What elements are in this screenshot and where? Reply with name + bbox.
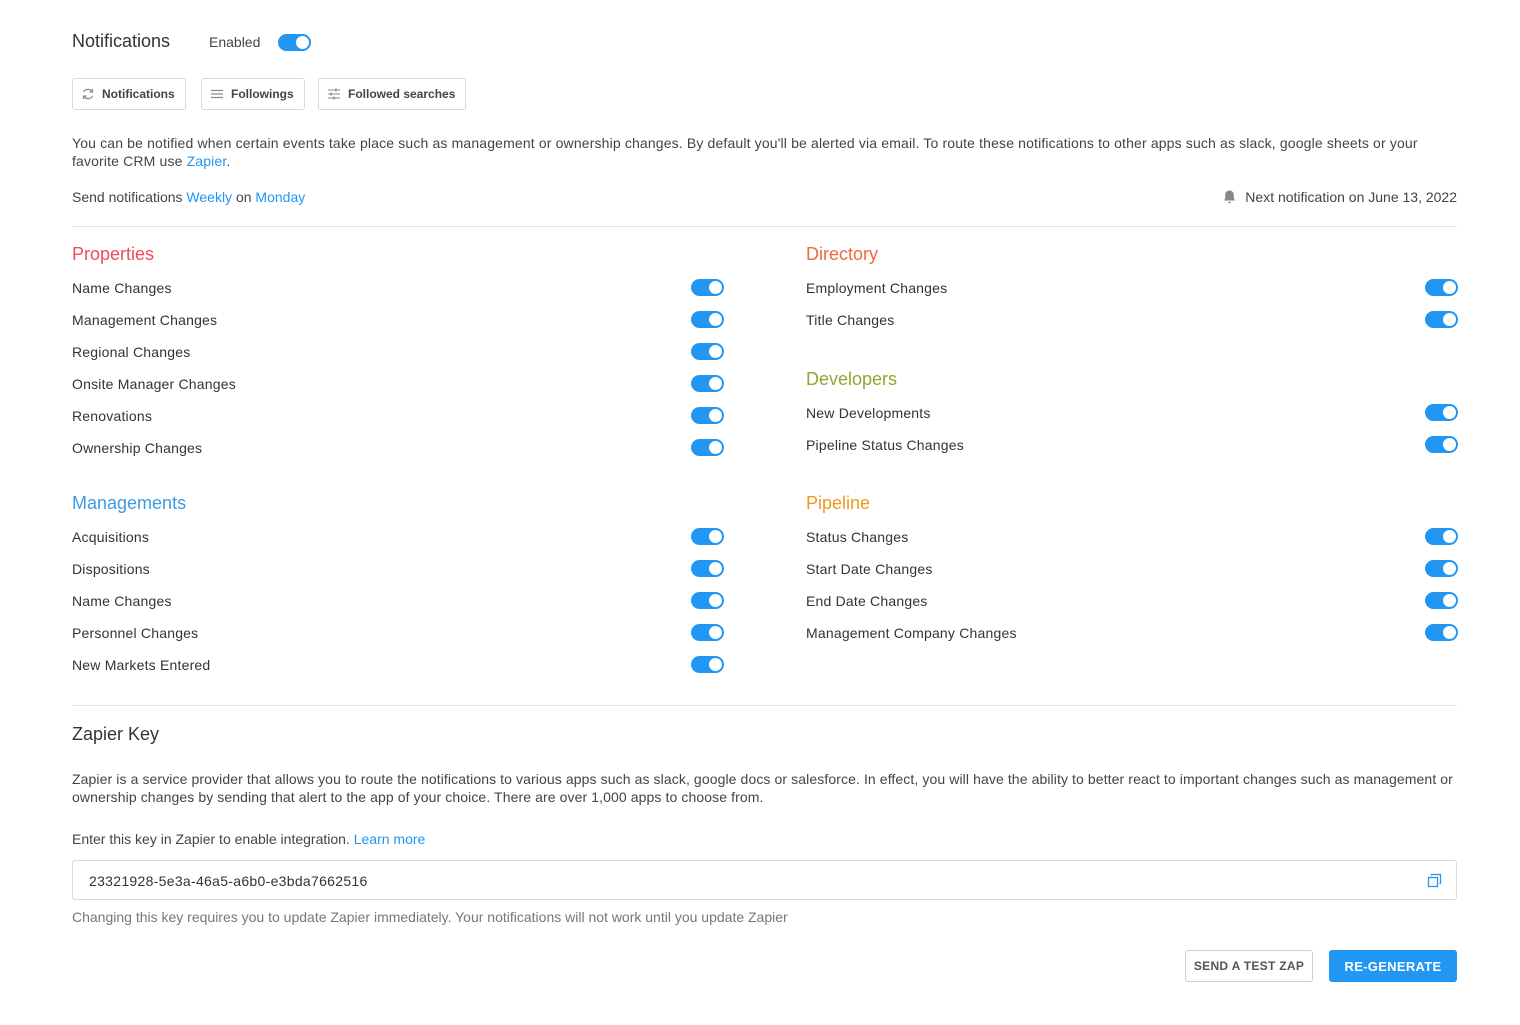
zapier-enter-key-text: Enter this key in Zapier to enable integ… — [72, 831, 426, 847]
label-pipeline-management-company-changes: Management Company Changes — [806, 625, 1017, 641]
label-pipeline-end-date-changes: End Date Changes — [806, 593, 928, 609]
intro-text: You can be notified when certain events … — [72, 135, 1418, 169]
tab-followed-searches[interactable]: Followed searches — [318, 78, 467, 110]
toggle-developers-pipeline-status-changes[interactable] — [1425, 436, 1458, 453]
label-directory-employment-changes: Employment Changes — [806, 280, 948, 296]
toggle-properties-name-changes[interactable] — [691, 279, 724, 296]
page-title: Notifications — [72, 31, 171, 51]
toggle-managements-acquisitions[interactable] — [691, 528, 724, 545]
section-title-properties: Properties — [72, 244, 155, 264]
refresh-icon — [82, 88, 94, 100]
label-properties-renovations: Renovations — [72, 408, 153, 424]
tab-followings-label: Followings — [231, 87, 294, 101]
tab-followings[interactable]: Followings — [201, 78, 305, 110]
sliders-icon — [328, 88, 340, 100]
zapier-key-title: Zapier Key — [72, 724, 160, 744]
label-properties-regional-changes: Regional Changes — [72, 344, 191, 360]
zapier-description: Zapier is a service provider that allows… — [72, 771, 1453, 805]
toggle-properties-onsite-manager-changes[interactable] — [691, 375, 724, 392]
zapier-link[interactable]: Zapier — [187, 153, 227, 169]
toggle-managements-dispositions[interactable] — [691, 560, 724, 577]
divider — [72, 705, 1457, 706]
label-managements-dispositions: Dispositions — [72, 561, 150, 577]
zapier-key-hint: Changing this key requires you to update… — [72, 909, 788, 925]
toggle-managements-new-markets-entered[interactable] — [691, 656, 724, 673]
toggle-pipeline-status-changes[interactable] — [1425, 528, 1458, 545]
schedule-line: Send notifications Weekly on Monday — [72, 189, 306, 205]
toggle-properties-management-changes[interactable] — [691, 311, 724, 328]
label-managements-personnel-changes: Personnel Changes — [72, 625, 199, 641]
tab-followed-searches-label: Followed searches — [348, 87, 456, 101]
toggle-managements-name-changes[interactable] — [691, 592, 724, 609]
label-pipeline-status-changes: Status Changes — [806, 529, 909, 545]
toggle-managements-personnel-changes[interactable] — [691, 624, 724, 641]
toggle-developers-new-developments[interactable] — [1425, 404, 1458, 421]
tab-notifications[interactable]: Notifications — [72, 78, 186, 110]
label-properties-management-changes: Management Changes — [72, 312, 218, 328]
list-icon — [211, 89, 223, 99]
divider — [72, 226, 1457, 227]
zapier-key-value[interactable]: 23321928-5e3a-46a5-a6b0-e3bda7662516 — [89, 873, 368, 889]
section-title-pipeline: Pipeline — [806, 493, 871, 513]
label-directory-title-changes: Title Changes — [806, 312, 895, 328]
send-test-zap-button[interactable]: SEND A TEST ZAP — [1185, 950, 1313, 982]
section-title-directory: Directory — [806, 244, 879, 264]
toggle-properties-ownership-changes[interactable] — [691, 439, 724, 456]
label-properties-onsite-manager-changes: Onsite Manager Changes — [72, 376, 236, 392]
next-notification: Next notification on June 13, 2022 — [1222, 189, 1457, 205]
notifications-enabled-toggle[interactable] — [278, 34, 311, 51]
toggle-properties-renovations[interactable] — [691, 407, 724, 424]
label-managements-name-changes: Name Changes — [72, 593, 172, 609]
enabled-label: Enabled — [209, 34, 261, 50]
bell-icon — [1224, 190, 1236, 204]
frequency-link[interactable]: Weekly — [186, 189, 232, 205]
label-managements-new-markets-entered: New Markets Entered — [72, 657, 211, 673]
label-developers-new-developments: New Developments — [806, 405, 931, 421]
zapier-key-field[interactable]: 23321928-5e3a-46a5-a6b0-e3bda7662516 — [72, 860, 1457, 900]
day-link[interactable]: Monday — [255, 189, 305, 205]
section-title-developers: Developers — [806, 369, 898, 389]
section-title-managements: Managements — [72, 493, 187, 513]
learn-more-link[interactable]: Learn more — [354, 831, 426, 847]
label-pipeline-start-date-changes: Start Date Changes — [806, 561, 933, 577]
toggle-directory-title-changes[interactable] — [1425, 311, 1458, 328]
toggle-pipeline-end-date-changes[interactable] — [1425, 592, 1458, 609]
toggle-pipeline-start-date-changes[interactable] — [1425, 560, 1458, 577]
tab-notifications-label: Notifications — [102, 87, 175, 101]
toggle-properties-regional-changes[interactable] — [691, 343, 724, 360]
label-properties-name-changes: Name Changes — [72, 280, 172, 296]
copy-icon[interactable] — [1427, 873, 1442, 888]
label-developers-pipeline-status-changes: Pipeline Status Changes — [806, 437, 964, 453]
toggle-pipeline-management-company-changes[interactable] — [1425, 624, 1458, 641]
label-properties-ownership-changes: Ownership Changes — [72, 440, 203, 456]
label-managements-acquisitions: Acquisitions — [72, 529, 150, 545]
toggle-directory-employment-changes[interactable] — [1425, 279, 1458, 296]
regenerate-button[interactable]: RE-GENERATE — [1329, 950, 1457, 982]
